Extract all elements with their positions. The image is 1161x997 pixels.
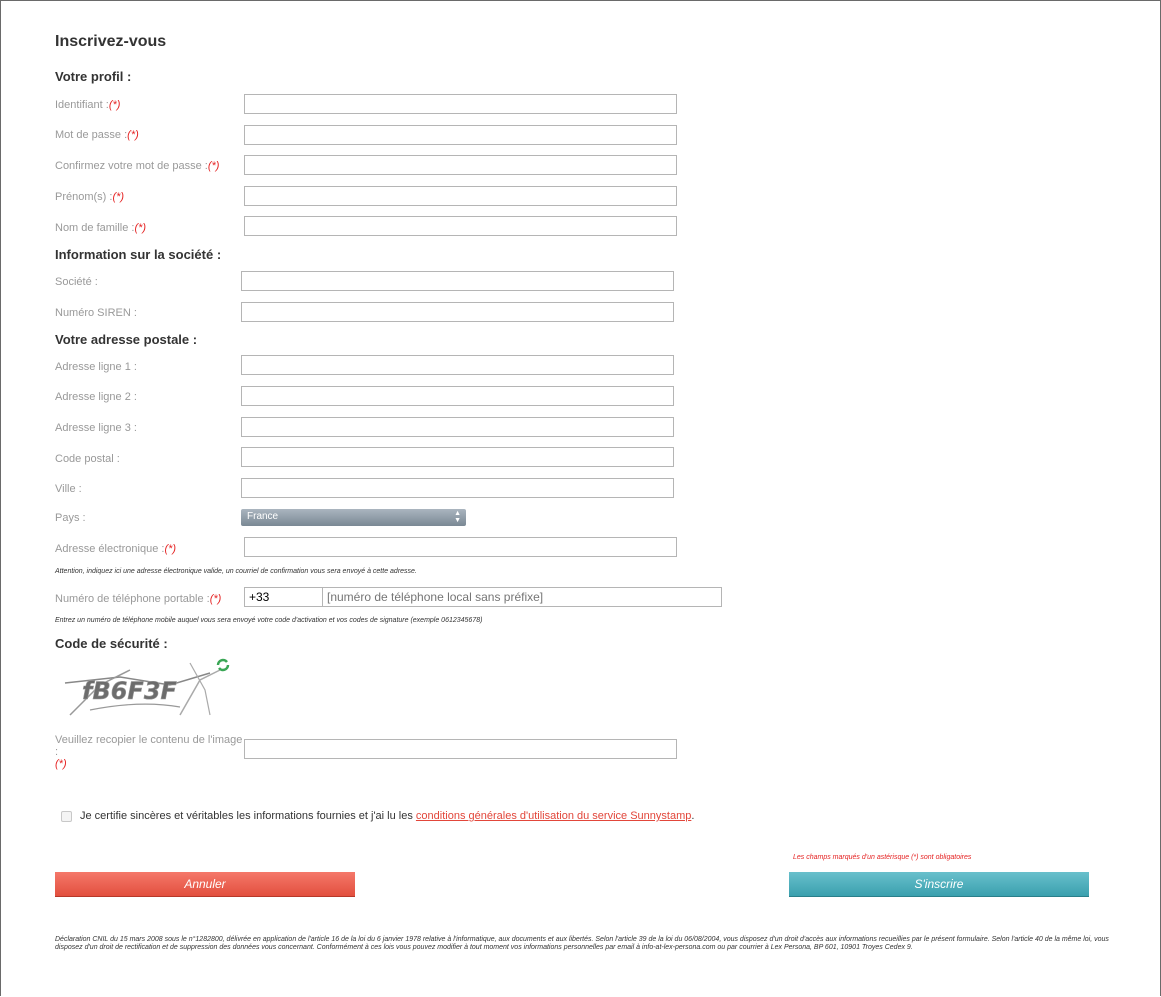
email-label: Adresse électronique :(*) xyxy=(55,543,177,555)
page-title: Inscrivez-vous xyxy=(55,33,167,50)
address3-input[interactable] xyxy=(241,417,674,437)
captcha-text: fB6F3F xyxy=(82,677,178,705)
password-label: Mot de passe :(*) xyxy=(55,129,139,141)
captcha-image: fB6F3F xyxy=(64,662,221,716)
address1-label: Adresse ligne 1 : xyxy=(55,361,137,373)
section-company-title: Information sur la société : xyxy=(55,247,222,262)
section-security-title: Code de sécurité : xyxy=(55,636,168,651)
terms-link[interactable]: conditions générales d'utilisation du se… xyxy=(416,810,691,822)
company-label: Société : xyxy=(55,276,98,288)
phone-note: Entrez un numéro de téléphone mobile auq… xyxy=(55,617,483,624)
email-note: Attention, indiquez ici une adresse élec… xyxy=(55,568,417,575)
zip-input[interactable] xyxy=(241,447,674,467)
firstname-label: Prénom(s) :(*) xyxy=(55,191,125,203)
password-confirm-input[interactable] xyxy=(244,155,677,175)
page-frame xyxy=(0,0,1161,996)
phone-prefix-input[interactable] xyxy=(244,587,323,607)
address3-label: Adresse ligne 3 : xyxy=(55,422,137,434)
city-input[interactable] xyxy=(241,478,674,498)
identifiant-input[interactable] xyxy=(244,94,677,114)
city-label: Ville : xyxy=(55,483,82,495)
captcha-input[interactable] xyxy=(244,739,677,759)
phone-label: Numéro de téléphone portable :(*) xyxy=(55,593,222,605)
phone-number-input[interactable] xyxy=(322,587,722,607)
company-input[interactable] xyxy=(241,271,674,291)
section-address-title: Votre adresse postale : xyxy=(55,332,198,347)
certify-text: Je certifie sincères et véritables les i… xyxy=(80,810,695,822)
country-select[interactable]: France ▲ ▼ xyxy=(241,509,466,526)
address2-label: Adresse ligne 2 : xyxy=(55,391,137,403)
lastname-input[interactable] xyxy=(244,216,677,236)
section-profile-title: Votre profil : xyxy=(55,69,132,84)
identifiant-label: Identifiant :(*) xyxy=(55,99,121,111)
submit-button[interactable]: S'inscrire xyxy=(789,872,1089,897)
email-input[interactable] xyxy=(244,537,677,557)
country-label: Pays : xyxy=(55,512,86,524)
address2-input[interactable] xyxy=(241,386,674,406)
select-arrows-icon: ▲ ▼ xyxy=(454,510,461,524)
legal-footer: Déclaration CNIL du 15 mars 2008 sous le… xyxy=(55,936,1109,951)
captcha-label: Veuillez recopier le contenu de l'image … xyxy=(55,734,243,770)
password-input[interactable] xyxy=(244,125,677,145)
password-confirm-label: Confirmez votre mot de passe :(*) xyxy=(55,160,220,172)
country-select-value: France xyxy=(247,511,279,522)
siren-label: Numéro SIREN : xyxy=(55,307,137,319)
siren-input[interactable] xyxy=(241,302,674,322)
refresh-captcha-icon[interactable] xyxy=(216,658,230,672)
address1-input[interactable] xyxy=(241,355,674,375)
zip-label: Code postal : xyxy=(55,453,120,465)
mandatory-fields-note: Les champs marqués d'un astérisque (*) s… xyxy=(793,854,972,861)
firstname-input[interactable] xyxy=(244,186,677,206)
certify-checkbox[interactable] xyxy=(61,811,72,822)
lastname-label: Nom de famille :(*) xyxy=(55,222,147,234)
cancel-button[interactable]: Annuler xyxy=(55,872,355,897)
